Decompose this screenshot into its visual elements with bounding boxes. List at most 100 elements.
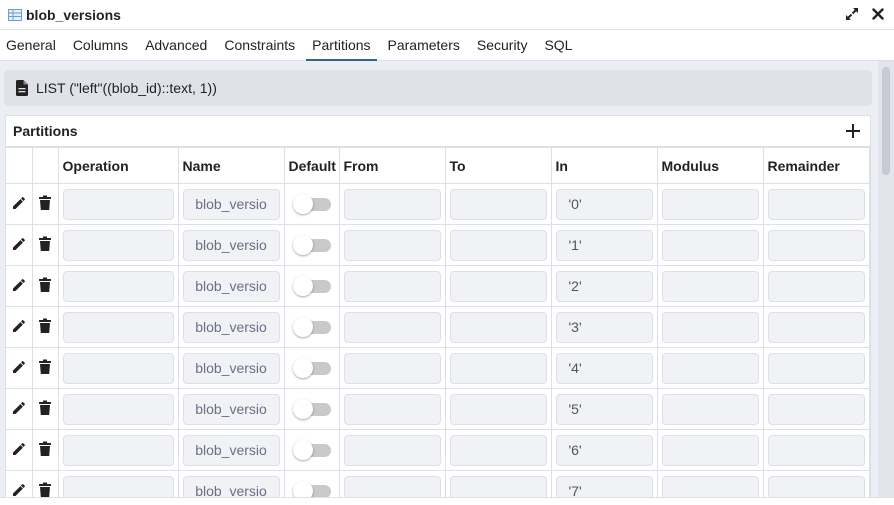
edit-row-button[interactable] (10, 194, 28, 212)
modulus-field[interactable] (661, 475, 759, 498)
close-icon (872, 8, 884, 20)
partitions-title: Partitions (13, 123, 78, 139)
tab-advanced[interactable]: Advanced (139, 31, 213, 61)
tab-partitions[interactable]: Partitions (306, 31, 377, 62)
name-field[interactable]: blob_versio (182, 352, 280, 384)
in-field[interactable]: '2' (555, 270, 653, 302)
default-toggle[interactable] (292, 317, 331, 337)
operation-field[interactable] (62, 434, 174, 466)
to-field[interactable] (449, 311, 547, 343)
name-field[interactable]: blob_versio (182, 270, 280, 302)
scrollbar-thumb[interactable] (882, 67, 890, 175)
edit-row-button[interactable] (10, 481, 28, 498)
to-field[interactable] (449, 188, 547, 220)
edit-row-button[interactable] (10, 276, 28, 294)
in-field[interactable]: '1' (555, 229, 653, 261)
to-field[interactable] (449, 393, 547, 425)
remainder-field[interactable] (767, 229, 865, 261)
tab-parameters[interactable]: Parameters (382, 31, 466, 61)
in-field[interactable]: '4' (555, 352, 653, 384)
operation-field[interactable] (62, 311, 174, 343)
remainder-field[interactable] (767, 270, 865, 302)
edit-row-button[interactable] (10, 440, 28, 458)
operation-field[interactable] (62, 393, 174, 425)
modulus-field[interactable] (661, 229, 759, 261)
operation-field[interactable] (62, 188, 174, 220)
col-operation: Operation (57, 147, 179, 184)
edit-row-button[interactable] (10, 317, 28, 335)
to-field[interactable] (449, 352, 547, 384)
edit-row-button[interactable] (10, 235, 28, 253)
default-toggle[interactable] (292, 399, 331, 419)
from-field[interactable] (343, 475, 441, 498)
partitions-table: Operation Name Default From To In Modulu… (6, 147, 870, 498)
modulus-field[interactable] (661, 352, 759, 384)
name-field[interactable]: blob_versio (182, 475, 280, 498)
document-icon (16, 80, 28, 96)
remainder-field[interactable] (767, 188, 865, 220)
delete-row-button[interactable] (36, 440, 54, 458)
default-toggle[interactable] (292, 481, 331, 498)
in-field[interactable]: '0' (555, 188, 653, 220)
remainder-field[interactable] (767, 475, 865, 498)
modulus-field[interactable] (661, 311, 759, 343)
delete-row-button[interactable] (36, 235, 54, 253)
default-toggle[interactable] (292, 194, 331, 214)
close-button[interactable] (870, 6, 886, 22)
name-field[interactable]: blob_versio (182, 393, 280, 425)
tab-general[interactable]: General (0, 31, 62, 61)
from-field[interactable] (343, 311, 441, 343)
table-row: blob_versio '1' (6, 224, 870, 266)
name-field[interactable]: blob_versio (182, 188, 280, 220)
default-toggle[interactable] (292, 235, 331, 255)
operation-field[interactable] (62, 229, 174, 261)
from-field[interactable] (343, 188, 441, 220)
delete-row-button[interactable] (36, 276, 54, 294)
name-field[interactable]: blob_versio (182, 434, 280, 466)
tab-security[interactable]: Security (471, 31, 534, 61)
in-field[interactable]: '5' (555, 393, 653, 425)
delete-row-button[interactable] (36, 317, 54, 335)
remainder-field[interactable] (767, 311, 865, 343)
name-field[interactable]: blob_versio (182, 229, 280, 261)
default-toggle[interactable] (292, 358, 331, 378)
in-field[interactable]: '6' (555, 434, 653, 466)
operation-field[interactable] (62, 475, 174, 498)
plus-icon[interactable] (844, 122, 862, 140)
edit-row-button[interactable] (10, 358, 28, 376)
from-field[interactable] (343, 352, 441, 384)
in-field[interactable]: '7' (555, 475, 653, 498)
vertical-scrollbar[interactable] (878, 61, 894, 498)
from-field[interactable] (343, 393, 441, 425)
tab-constraints[interactable]: Constraints (218, 31, 301, 61)
remainder-field[interactable] (767, 352, 865, 384)
edit-icon (12, 238, 25, 250)
modulus-field[interactable] (661, 188, 759, 220)
operation-field[interactable] (62, 270, 174, 302)
remainder-field[interactable] (767, 393, 865, 425)
from-field[interactable] (343, 229, 441, 261)
from-field[interactable] (343, 270, 441, 302)
to-field[interactable] (449, 229, 547, 261)
in-field[interactable]: '3' (555, 311, 653, 343)
to-field[interactable] (449, 270, 547, 302)
delete-row-button[interactable] (36, 194, 54, 212)
from-field[interactable] (343, 434, 441, 466)
delete-row-button[interactable] (36, 481, 54, 498)
modulus-field[interactable] (661, 434, 759, 466)
delete-row-button[interactable] (36, 358, 54, 376)
edit-row-button[interactable] (10, 399, 28, 417)
delete-row-button[interactable] (36, 399, 54, 417)
maximize-button[interactable] (844, 6, 860, 22)
to-field[interactable] (449, 475, 547, 498)
default-toggle[interactable] (292, 276, 331, 296)
modulus-field[interactable] (661, 393, 759, 425)
to-field[interactable] (449, 434, 547, 466)
modulus-field[interactable] (661, 270, 759, 302)
operation-field[interactable] (62, 352, 174, 384)
default-toggle[interactable] (292, 440, 331, 460)
name-field[interactable]: blob_versio (182, 311, 280, 343)
tab-sql[interactable]: SQL (538, 31, 578, 61)
tab-columns[interactable]: Columns (67, 31, 134, 61)
remainder-field[interactable] (767, 434, 865, 466)
